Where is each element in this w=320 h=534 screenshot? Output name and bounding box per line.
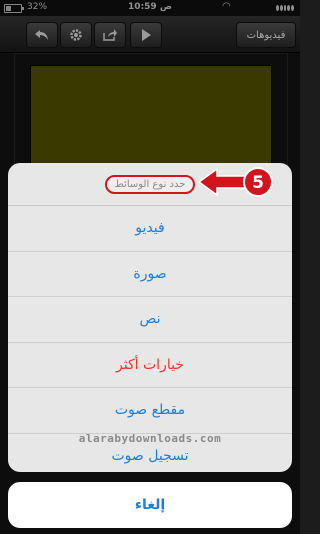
- option-image[interactable]: صورة: [8, 252, 292, 297]
- option-text[interactable]: نص: [8, 297, 292, 343]
- watermark-text: alarabydownloads.com: [78, 432, 222, 445]
- step-annotation-arrow: 5: [197, 167, 273, 197]
- option-audio-clip[interactable]: مقطع صوت: [8, 388, 292, 434]
- cancel-button[interactable]: إلغاء: [8, 482, 292, 528]
- option-video[interactable]: فيديو: [8, 206, 292, 252]
- step-number: 5: [252, 173, 264, 193]
- action-sheet-title: حدد نوع الوسائط: [104, 174, 196, 194]
- media-type-action-sheet: حدد نوع الوسائط فيديو صورة نص خيارات أكث…: [8, 163, 292, 472]
- option-more[interactable]: خيارات أكثر: [8, 343, 292, 388]
